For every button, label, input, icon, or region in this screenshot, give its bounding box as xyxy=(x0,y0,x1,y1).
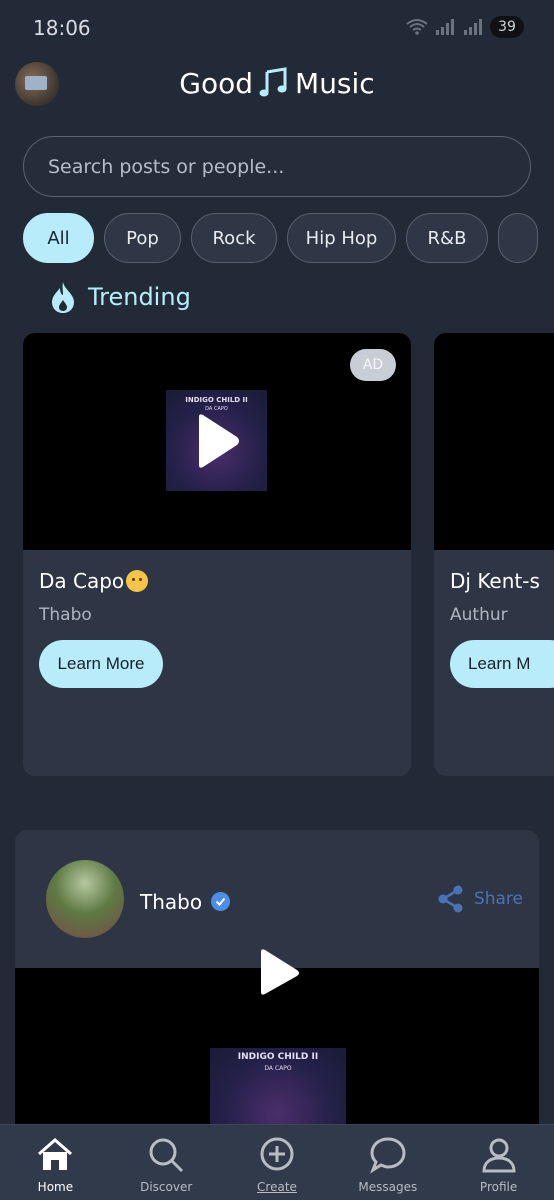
logo-text-left: Good xyxy=(179,66,254,100)
post-author[interactable]: Thabo xyxy=(140,890,202,914)
trending-card[interactable]: Dj Kent-s Authur Learn M xyxy=(434,333,554,776)
filter-chip-more[interactable] xyxy=(498,213,538,263)
nav-profile[interactable]: Profile xyxy=(443,1125,554,1200)
share-button[interactable]: Share xyxy=(436,884,523,914)
chat-icon xyxy=(369,1137,406,1174)
app-logo: Good Music xyxy=(0,66,554,100)
battery-indicator: 39 xyxy=(490,16,524,38)
signal-icon xyxy=(436,19,454,35)
card-author: Thabo xyxy=(39,605,92,625)
search-icon xyxy=(149,1138,184,1173)
nav-label: Profile xyxy=(479,1180,518,1194)
nav-label: Create xyxy=(257,1180,297,1194)
app-header: Good Music xyxy=(0,56,554,116)
album-title: INDIGO CHILD II xyxy=(185,396,248,404)
feed-post: Thabo Share INDIGO CHILD II DA CAPO xyxy=(15,830,539,1130)
trending-carousel[interactable]: INDIGO CHILD II DA CAPO AD Da Capo Thabo… xyxy=(23,333,554,778)
share-label: Share xyxy=(473,889,523,909)
card-title: Dj Kent-s xyxy=(450,569,540,593)
album-artist: DA CAPO xyxy=(205,406,228,412)
nav-discover[interactable]: Discover xyxy=(111,1125,222,1200)
card-title-text: Dj Kent-s xyxy=(450,569,540,593)
signal-icon-2 xyxy=(464,19,482,35)
post-avatar[interactable] xyxy=(46,860,124,938)
music-note-icon xyxy=(259,67,287,97)
card-title-text: Da Capo xyxy=(39,569,125,593)
plus-circle-icon xyxy=(260,1137,294,1171)
filter-chip-pop[interactable]: Pop xyxy=(104,213,181,263)
bottom-nav: Home Discover Create Messages Profile xyxy=(0,1124,554,1200)
album-artist: DA CAPO xyxy=(264,1065,292,1072)
nav-messages[interactable]: Messages xyxy=(332,1125,443,1200)
card-title: Da Capo xyxy=(39,569,149,593)
learn-more-button[interactable]: Learn M xyxy=(450,640,554,688)
trending-header: Trending xyxy=(50,280,191,314)
filter-chip-all[interactable]: All xyxy=(23,213,94,263)
ad-badge: AD xyxy=(350,349,396,381)
genre-filters: All Pop Rock Hip Hop R&B xyxy=(23,213,554,265)
home-icon xyxy=(38,1138,73,1170)
filter-chip-hip-hop[interactable]: Hip Hop xyxy=(287,213,396,263)
filter-chip-rnb[interactable]: R&B xyxy=(406,213,488,263)
card-author: Authur xyxy=(450,605,508,625)
share-icon xyxy=(438,885,463,913)
album-cover: INDIGO CHILD II DA CAPO xyxy=(210,1048,346,1130)
nav-label: Home xyxy=(37,1180,74,1194)
verified-icon xyxy=(211,892,230,911)
card-media[interactable] xyxy=(434,333,554,550)
nav-label: Discover xyxy=(140,1180,193,1194)
wifi-icon xyxy=(406,19,428,35)
learn-more-button[interactable]: Learn More xyxy=(39,640,163,688)
filter-chip-rock[interactable]: Rock xyxy=(191,213,277,263)
logo-text-right: Music xyxy=(295,66,375,100)
nav-label: Messages xyxy=(358,1180,418,1194)
person-icon xyxy=(482,1138,516,1173)
trending-title: Trending xyxy=(88,283,191,311)
trending-card[interactable]: INDIGO CHILD II DA CAPO AD Da Capo Thabo… xyxy=(23,333,411,776)
nav-home[interactable]: Home xyxy=(0,1125,111,1200)
nav-create[interactable]: Create xyxy=(222,1125,333,1200)
album-title: INDIGO CHILD II xyxy=(237,1052,319,1062)
status-icons: 39 xyxy=(406,16,524,38)
status-bar: 18:06 39 xyxy=(0,0,554,56)
search-input[interactable] xyxy=(48,155,530,178)
flame-icon xyxy=(52,282,74,313)
status-time: 18:06 xyxy=(33,16,91,40)
play-icon[interactable] xyxy=(255,948,301,1000)
card-media[interactable]: INDIGO CHILD II DA CAPO AD xyxy=(23,333,411,550)
face-emoji-icon xyxy=(126,570,149,592)
search-bar[interactable] xyxy=(23,136,531,197)
